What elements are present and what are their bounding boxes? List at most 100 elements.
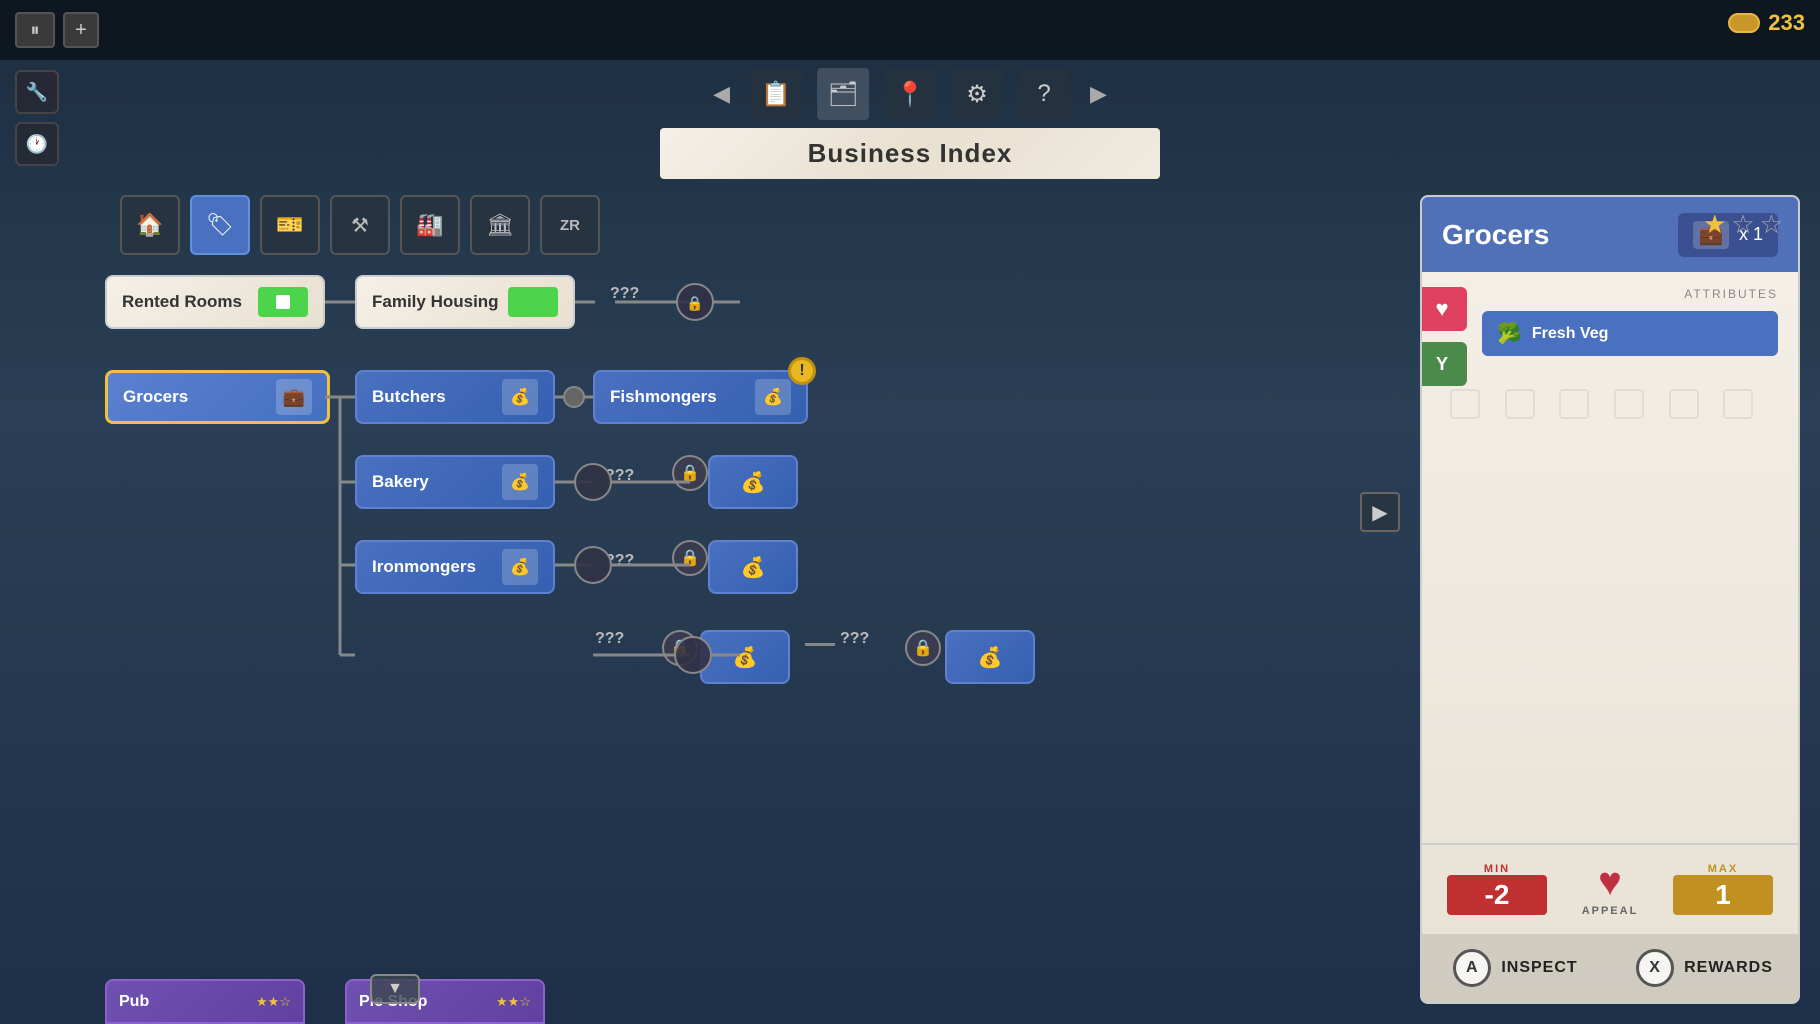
fishmongers-icon: 💰 [755, 379, 791, 415]
nav-right-arrow[interactable]: ▶ [1085, 76, 1112, 112]
locked-tile-bottom-2: 💰 [945, 630, 1035, 684]
rewards-label: REWARDS [1684, 959, 1773, 977]
pause-button[interactable]: ⏸ [15, 12, 55, 48]
appeal-label: APPEAL [1582, 905, 1639, 917]
panel-title: Grocers [1442, 219, 1549, 251]
category-tabs: 🏠 🏷 🎫 ⚒ 🏭 🏛 ZR [120, 195, 600, 255]
heart-icon: ♥ [1598, 860, 1622, 905]
nav-left-arrow[interactable]: ◀ [708, 76, 735, 112]
lock-bottom-1: 🔒 [662, 630, 698, 666]
y-button[interactable]: Y [1420, 342, 1467, 386]
cat-housing[interactable]: 🏠 [120, 195, 180, 255]
grocers-node[interactable]: Grocers 💼 [105, 370, 330, 424]
bakery-node[interactable]: Bakery 💰 [355, 455, 555, 509]
x-label: X [1649, 959, 1661, 977]
butchers-node[interactable]: Butchers 💰 [355, 370, 555, 424]
rented-rooms-icon [258, 287, 308, 317]
currency-icon [1728, 13, 1760, 33]
min-bar: -2 [1447, 875, 1547, 915]
family-housing-node[interactable]: Family Housing [355, 275, 575, 329]
nav-settings[interactable]: ⚙ [951, 68, 1003, 120]
question-bottom-1: ??? [595, 630, 624, 648]
lock-bakery: 🔒 [672, 455, 708, 491]
warning-badge: ! [788, 357, 816, 385]
nav-tabs: ◀ 📋 🗂 📍 ⚙ ? ▶ [688, 60, 1132, 128]
bakery-icon: 💰 [502, 464, 538, 500]
cat-factory[interactable]: 🏭 [400, 195, 460, 255]
add-button[interactable]: + [63, 12, 99, 48]
conn-mid [805, 643, 835, 646]
question-node-bakery: ??? [605, 467, 634, 485]
scroll-down-arrow[interactable]: ▼ [370, 974, 420, 1004]
cat-shop[interactable]: 🏷 [190, 195, 250, 255]
a-label: A [1466, 959, 1479, 977]
pub-node[interactable]: Pub ★★☆ [105, 979, 305, 1024]
ironmongers-label: Ironmongers [372, 557, 494, 577]
lock-iron: 🔒 [672, 540, 708, 576]
attributes-label: ATTRIBUTES [1482, 287, 1778, 301]
attribute-name: Fresh Veg [1532, 325, 1608, 343]
fishmongers-node[interactable]: Fishmongers 💰 [593, 370, 808, 424]
pub-stars: ★★☆ [256, 994, 291, 1010]
locked-tile-bottom-1: 💰 [700, 630, 790, 684]
question-node-1: ??? [610, 285, 639, 303]
heart-button[interactable]: ♥ [1420, 287, 1467, 331]
attribute-fresh-veg: 🥦 Fresh Veg [1482, 311, 1778, 356]
panel-buttons: A INSPECT X REWARDS [1422, 934, 1798, 1002]
locked-tile-iron: 💰 [708, 540, 798, 594]
star-3[interactable]: ☆ [1760, 209, 1783, 240]
rented-rooms-node[interactable]: Rented Rooms [105, 275, 325, 329]
ironmongers-node[interactable]: Ironmongers 💰 [355, 540, 555, 594]
inspect-button[interactable]: A INSPECT [1422, 934, 1609, 1002]
cat-tools[interactable]: ⚒ [330, 195, 390, 255]
max-bar: 1 [1673, 875, 1773, 915]
a-button-circle: A [1453, 949, 1491, 987]
left-icons: 🔧 🕐 [15, 70, 59, 166]
question-node-iron: ??? [605, 552, 634, 570]
cat-ticket[interactable]: 🎫 [260, 195, 320, 255]
grocers-icon: 💼 [276, 379, 312, 415]
family-housing-label: Family Housing [372, 292, 500, 312]
star-row: ★ ☆ ☆ [1703, 209, 1783, 240]
right-panel-arrow[interactable]: ▶ [1360, 492, 1400, 532]
currency-display: 233 [1728, 10, 1805, 36]
cat-zr[interactable]: ZR [540, 195, 600, 255]
pub-label: Pub [119, 993, 149, 1011]
tools-icon-btn[interactable]: 🔧 [15, 70, 59, 114]
main-content: 🔒 [50, 275, 740, 1024]
attributes-section: ATTRIBUTES 🥦 Fresh Veg [1422, 272, 1798, 371]
ironmongers-icon: 💰 [502, 549, 538, 585]
nav-map[interactable]: 📍 [884, 68, 936, 120]
x-button-circle: X [1636, 949, 1674, 987]
nav-cards[interactable]: 🗂 [817, 68, 869, 120]
question-bottom-2: ??? [840, 630, 869, 648]
butchers-icon: 💰 [502, 379, 538, 415]
stat-center-block: ♥ APPEAL [1582, 860, 1639, 917]
pie-shop-stars: ★★☆ [496, 994, 531, 1010]
rented-rooms-label: Rented Rooms [122, 292, 250, 312]
family-housing-icon [508, 287, 558, 317]
clock-icon-btn[interactable]: 🕐 [15, 122, 59, 166]
veg-icon: 🥦 [1497, 321, 1522, 346]
nav-help[interactable]: ? [1018, 68, 1070, 120]
detail-panel: ★ ☆ ☆ Grocers 💼 x 1 ♥ Y ATTRIBUTES 🥦 Fre… [1420, 195, 1800, 1004]
title-bar: Business Index [660, 128, 1160, 179]
lock-bottom-2: 🔒 [905, 630, 941, 666]
grocers-label: Grocers [123, 387, 268, 407]
cat-bank[interactable]: 🏛 [470, 195, 530, 255]
tree-container: 🔒 [50, 275, 740, 1024]
max-value: 1 [1715, 879, 1731, 911]
butchers-label: Butchers [372, 387, 494, 407]
rewards-button[interactable]: X REWARDS [1611, 934, 1798, 1002]
nav-clipboard[interactable]: 📋 [750, 68, 802, 120]
svg-text:🔒: 🔒 [686, 295, 703, 312]
page-title: Business Index [740, 138, 1080, 169]
bakery-label: Bakery [372, 472, 494, 492]
locked-tile-bakery: 💰 [708, 455, 798, 509]
currency-value: 233 [1768, 10, 1805, 36]
star-2[interactable]: ☆ [1731, 209, 1754, 240]
star-1[interactable]: ★ [1703, 209, 1726, 240]
panel-stats: MIN -2 ♥ APPEAL MAX 1 [1422, 843, 1798, 932]
min-value: -2 [1485, 879, 1510, 911]
top-bar: ⏸ + 233 [0, 0, 1820, 60]
